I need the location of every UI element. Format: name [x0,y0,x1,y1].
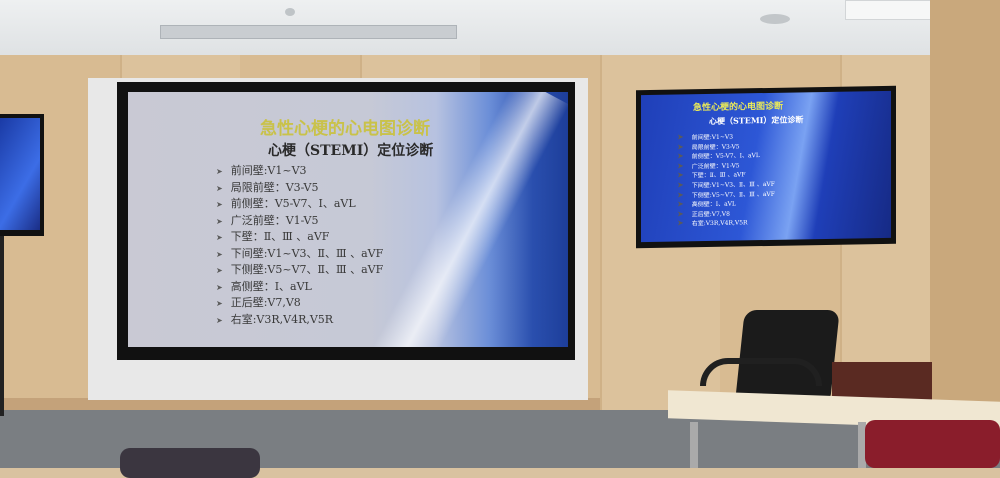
bullet-icon: ➤ [216,200,223,209]
list-item: ➤ 局限前壁：V3-V5 [216,179,383,196]
list-item-text: 正后壁:V7,V8 [691,210,730,219]
list-item-text: 下间壁:V1~V3、Ⅱ、Ⅲ 、aVF [691,180,775,190]
bullet-icon: ➤ [216,167,223,176]
list-item-text: 正后壁:V7,V8 [230,296,301,309]
list-item: ➤ 正后壁:V7,V8 [216,294,383,311]
slide-list: ➤ 前间壁:V1~V3 ➤ 局限前壁：V3-V5 ➤ 前侧壁：V5-V7、Ⅰ、aVL ➤ 广泛… [216,162,383,327]
foreground-seat [120,448,260,478]
bullet-icon: ➤ [216,216,223,226]
list-item-text: 广泛前壁：V1-V5 [691,162,740,171]
list-item-text: 前间壁:V1~V3 [230,164,307,177]
bullet-icon: ➤ [216,315,223,325]
wood-wall-right [930,0,1000,420]
list-item-text: 高侧壁：Ⅰ、aVL [691,200,736,209]
left-tv-screen [0,118,40,230]
list-item: ➤ 前间壁:V1~V3 [216,162,383,179]
bullet-icon: ➤ [216,282,223,292]
bullet-icon: ➤ [677,132,684,142]
list-item: ➤ 广泛前壁：V1-V5 [216,212,383,229]
list-item: ➤ 右室:V3R,V4R,V5R [677,217,775,228]
bullet-icon: ➤ [216,299,223,308]
list-item: ➤ 高侧壁：Ⅰ、aVL [216,278,383,295]
list-item-text: 前侧壁：V5-V7、Ⅰ、aVL [691,152,760,161]
ceiling-light [285,8,295,16]
bullet-icon: ➤ [677,142,684,152]
list-item: ➤ 右室:V3R,V4R,V5R [216,311,383,328]
desk-leg [690,422,698,468]
red-chair [865,420,1000,468]
bullet-icon: ➤ [677,189,684,200]
list-item-text: 高侧壁：Ⅰ、aVL [230,279,312,293]
bullet-icon: ➤ [677,199,684,209]
ceiling-light [760,14,790,24]
tv-slide-subtitle: 心梗（STEMI）定位诊断 [709,114,804,126]
bullet-icon: ➤ [677,218,684,228]
ceiling-vent [160,25,457,39]
bullet-icon: ➤ [216,266,223,275]
projection-screen: 急性心梗的心电图诊断 心梗（STEMI）定位诊断 ➤ 前间壁:V1~V3 ➤ 局限前壁… [128,92,568,347]
bullet-icon: ➤ [216,249,223,259]
bullet-icon: ➤ [677,161,684,171]
list-item-text: 下壁：Ⅱ、Ⅲ 、aVF [230,230,330,243]
tv-slide-list: ➤ 前间壁:V1~V3 ➤ 局限前壁：V3-V5 ➤ 前侧壁：V5-V7、Ⅰ、aVL ➤ 广泛… [677,131,775,229]
list-item-text: 前侧壁：V5-V7、Ⅰ、aVL [230,197,356,210]
list-item: ➤ 下间壁:V1~V3、Ⅱ、Ⅲ 、aVF [216,245,383,262]
tv-slide-title: 急性心梗的心电图诊断 [693,101,784,114]
list-item-text: 局限前壁：V3-V5 [230,180,319,194]
slide-subtitle: 心梗（STEMI）定位诊断 [268,143,434,159]
list-item-text: 局限前壁：V3-V5 [691,143,740,151]
bullet-icon: ➤ [677,180,684,190]
bullet-icon: ➤ [677,170,684,180]
office-chair [735,310,840,400]
bullet-icon: ➤ [216,233,223,242]
list-item-text: 下侧壁:V5~V7、Ⅱ、Ⅲ 、aVF [691,190,775,199]
list-item: ➤ 下侧壁:V5~V7、Ⅱ、Ⅲ 、aVF [216,261,383,278]
chair-armrest [700,358,822,386]
list-item-text: 前间壁:V1~V3 [691,133,734,142]
slide-title: 急性心梗的心电图诊断 [260,119,430,139]
list-item-text: 下间壁:V1~V3、Ⅱ、Ⅲ 、aVF [230,246,384,260]
list-item-text: 下侧壁:V5~V7、Ⅱ、Ⅲ 、aVF [230,263,384,276]
bullet-icon: ➤ [677,209,684,219]
list-item: ➤ 前侧壁：V5-V7、Ⅰ、aVL [216,195,383,212]
list-item-text: 右室:V3R,V4R,V5R [691,219,748,228]
right-tv-screen: 急性心梗的心电图诊断 心梗（STEMI）定位诊断 ➤ 前间壁:V1~V3 ➤ 局限前壁… [641,90,891,243]
list-item: ➤ 下壁：Ⅱ、Ⅲ 、aVF [216,228,383,245]
bullet-icon: ➤ [216,183,223,193]
list-item-text: 广泛前壁：V1-V5 [230,213,319,227]
list-item-text: 右室:V3R,V4R,V5R [230,312,334,326]
cable [0,236,4,416]
bullet-icon: ➤ [677,151,684,161]
